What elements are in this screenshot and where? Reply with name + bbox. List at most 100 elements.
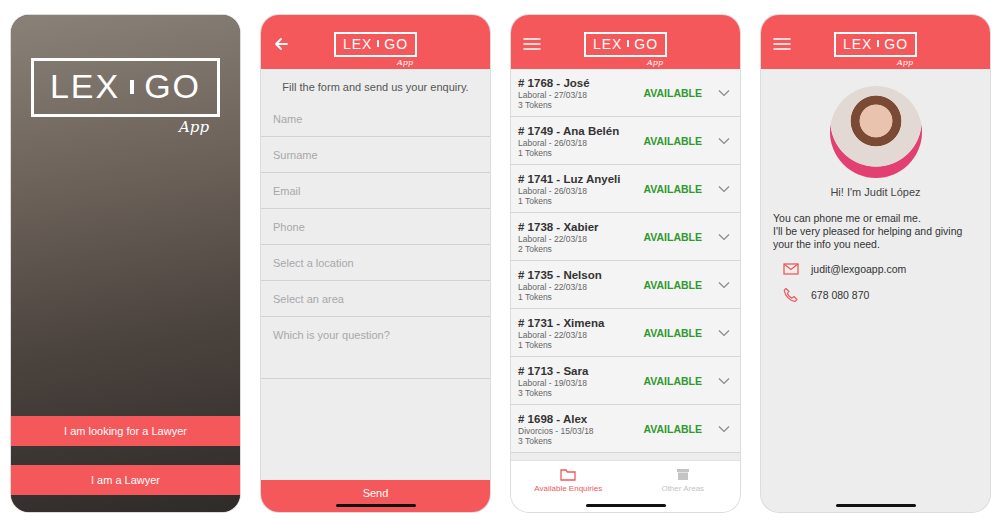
- status-label: AVAILABLE: [643, 135, 702, 147]
- enquiry-row[interactable]: # 1768 - JoséLaboral - 27/03/183 TokensA…: [511, 69, 740, 117]
- enquiry-meta: Laboral - 22/03/18: [518, 330, 637, 340]
- enquiry-meta: Laboral - 22/03/18: [518, 282, 637, 292]
- status-label: AVAILABLE: [643, 183, 702, 195]
- enquiry-tokens: 1 Tokens: [518, 340, 637, 350]
- phone-icon: [783, 287, 799, 303]
- home-indicator: [336, 504, 416, 507]
- email: judit@lexgoapp.com: [811, 263, 906, 275]
- logo: LEXGOApp: [31, 58, 220, 117]
- send-button[interactable]: Send: [261, 480, 490, 512]
- enquiry-row[interactable]: # 1731 - XimenaLaboral - 22/03/181 Token…: [511, 309, 740, 357]
- app-store-screens: LEX GO App I am looking for a Lawyer I am a …: [0, 0, 1005, 531]
- enquiry-row[interactable]: # 1713 - SaraLaboral - 19/03/183 Tokens A…: [511, 357, 740, 405]
- phone-row[interactable]: 678 080 870: [761, 281, 990, 309]
- header: LEXGOApp: [261, 15, 490, 69]
- enquiry-row[interactable]: # 1698 - AlexDivorcios - 15/03/183 Token…: [511, 405, 740, 453]
- enquiry-row[interactable]: # 1741 - Luz AnyeliLaboral - 26/03/181 T…: [511, 165, 740, 213]
- tab-label: Available Enquiries: [534, 484, 602, 493]
- logo-separator: [627, 40, 629, 47]
- logo-separator: [877, 40, 879, 47]
- enquiry-title: # 1698 - Alex: [518, 412, 637, 426]
- header: LEXGOApp: [761, 15, 990, 69]
- home-indicator: [586, 504, 666, 507]
- logo-script: App: [647, 58, 663, 67]
- logo-left: LEX: [50, 67, 120, 106]
- tab[interactable]: Available Enquiries: [511, 461, 626, 500]
- enquiry-title: # 1738 - Xabier: [518, 220, 637, 234]
- logo-left: LEX: [843, 36, 872, 52]
- enquiries-screen: LEX GO App # 1768 - JoséLaboral - 27/03/18 3…: [511, 15, 740, 512]
- form-field[interactable]: [261, 137, 490, 173]
- status-label: AVAILABLE: [643, 423, 702, 435]
- logo: LEXGOApp: [834, 32, 917, 57]
- question-field[interactable]: [261, 317, 490, 379]
- chevron-icon[interactable]: [718, 281, 730, 289]
- enquiry-tokens: 1 Tokens: [518, 148, 637, 158]
- enquiry-title: # 1768 - José: [518, 76, 637, 90]
- enquiry-row[interactable]: # 1749 - Ana BelénLaboral - 26/03/181 To…: [511, 117, 740, 165]
- phone: 678 080 870: [811, 289, 869, 301]
- enquiry-tokens: 1 Tokens: [518, 196, 637, 206]
- folder-icon: [560, 468, 576, 481]
- enquiry-title: # 1741 - Luz Anyeli: [518, 172, 637, 186]
- logo-separator: [130, 80, 134, 94]
- form-field[interactable]: [261, 209, 490, 245]
- contact-screen: LEXGOAppHi! I'm Judit LópezYou can phone…: [761, 15, 990, 512]
- enquiry-tokens: 1 Tokens: [518, 292, 637, 302]
- chevron-icon[interactable]: [718, 329, 730, 337]
- chevron-icon[interactable]: [718, 89, 730, 97]
- chevron-icon[interactable]: [718, 137, 730, 145]
- enquiry-tokens: 3 Tokens: [518, 388, 637, 398]
- home-indicator: [836, 504, 916, 507]
- form-field[interactable]: [261, 245, 490, 281]
- logo-script: App: [179, 118, 209, 136]
- logo-separator: [377, 40, 379, 47]
- menu-icon[interactable]: [773, 37, 791, 51]
- chevron-icon[interactable]: [718, 425, 730, 433]
- enquiry-meta: Divorcios - 15/03/18: [518, 426, 637, 436]
- form-field[interactable]: [261, 101, 490, 137]
- logo-left: LEX: [593, 36, 622, 52]
- back-arrow-icon[interactable]: [273, 36, 289, 52]
- welcome-button[interactable]: I am a Lawyer: [11, 465, 240, 495]
- status-label: AVAILABLE: [643, 327, 702, 339]
- box-icon: [676, 468, 690, 481]
- status-label: AVAILABLE: [643, 87, 702, 99]
- message-line: You can phone me or email me.: [773, 212, 978, 225]
- enquiry-title: # 1735 - Nelson: [518, 268, 637, 282]
- enquiry-title: # 1731 - Ximena: [518, 316, 637, 330]
- enquiry-title: # 1749 - Ana Belén: [518, 124, 637, 138]
- enquiry-meta: Laboral - 26/03/18: [518, 138, 637, 148]
- form-field[interactable]: [261, 173, 490, 209]
- enquiry-meta: Laboral - 22/03/18: [518, 234, 637, 244]
- enquiry-meta: Laboral - 27/03/18: [518, 90, 637, 100]
- tab[interactable]: Other Areas: [626, 461, 741, 500]
- enquiry-tokens: 3 Tokens: [518, 436, 637, 446]
- status-label: AVAILABLE: [643, 279, 702, 291]
- enquiry-title: # 1713 - Sara: [518, 364, 637, 378]
- email-row[interactable]: judit@lexgoapp.com: [761, 257, 990, 281]
- greeting: Hi! I'm Judit López: [761, 186, 990, 198]
- logo-script: App: [397, 58, 413, 67]
- enquiry-tokens: 2 Tokens: [518, 244, 637, 254]
- chevron-icon[interactable]: [718, 185, 730, 193]
- enquiry-form-screen: LEXGOAppFill the form and send us your e…: [261, 15, 490, 512]
- logo-right: GO: [634, 36, 658, 52]
- chevron-icon[interactable]: [718, 233, 730, 241]
- envelope-icon: [783, 263, 799, 275]
- logo-right: GO: [884, 36, 908, 52]
- enquiry-list: # 1768 - JoséLaboral - 27/03/18 3 Tokens A…: [511, 69, 740, 460]
- chevron-icon[interactable]: [718, 377, 730, 385]
- enquiry-meta: Laboral - 19/03/18: [518, 378, 637, 388]
- header: LEX GO App: [511, 15, 740, 69]
- logo: LEXGOApp: [584, 32, 667, 57]
- status-label: AVAILABLE: [643, 231, 702, 243]
- status-label: AVAILABLE: [643, 375, 702, 387]
- menu-icon[interactable]: [523, 37, 541, 51]
- welcome-button[interactable]: I am looking for a Lawyer: [11, 416, 240, 446]
- welcome-screen: LEX GO App I am looking for a Lawyer I am a …: [11, 15, 240, 512]
- enquiry-row[interactable]: # 1738 - XabierLaboral - 22/03/182 Token…: [511, 213, 740, 261]
- logo-right: GO: [144, 67, 201, 106]
- enquiry-row[interactable]: # 1735 - NelsonLaboral - 22/03/181 Token…: [511, 261, 740, 309]
- form-field[interactable]: [261, 281, 490, 317]
